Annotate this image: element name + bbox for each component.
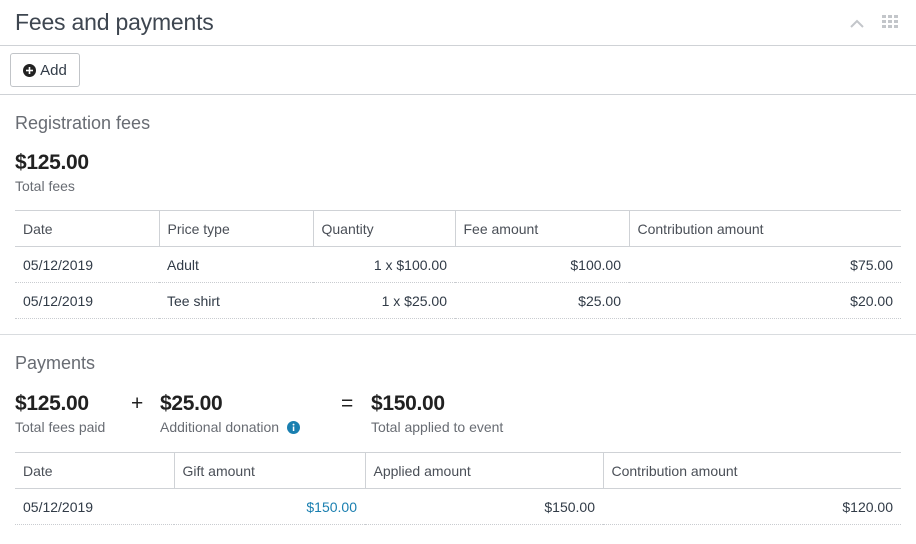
cell-quantity: 1 x $25.00 xyxy=(313,282,455,319)
payments-title: Payments xyxy=(15,353,96,373)
cell-date: 05/12/2019 xyxy=(15,246,159,283)
cell-fee-amount: $25.00 xyxy=(455,282,629,319)
total-fees-paid-label: Total fees paid xyxy=(15,419,106,435)
column-header-date[interactable]: Date xyxy=(15,210,159,247)
column-header-date[interactable]: Date xyxy=(15,452,174,489)
plus-operator: + xyxy=(131,392,143,415)
column-header-price-type[interactable]: Price type xyxy=(158,210,313,247)
table-header-row: Date Price type Quantity Fee amount Cont… xyxy=(15,210,901,247)
column-header-applied-amount[interactable]: Applied amount xyxy=(364,452,603,489)
additional-donation-label: Additional donation xyxy=(160,419,280,435)
chevron-up-icon[interactable] xyxy=(850,16,864,34)
add-button-label: Add xyxy=(40,61,67,79)
table-row: 05/12/2019 $150.00 $150.00 $120.00 xyxy=(15,488,901,525)
registration-fees-title: Registration fees xyxy=(15,113,151,133)
cell-contribution-amount: $120.00 xyxy=(603,488,901,525)
cell-price-type: Tee shirt xyxy=(159,282,313,319)
registration-fees-table: Date Price type Quantity Fee amount Cont… xyxy=(15,210,901,319)
total-fees-paid-amount: $125.00 xyxy=(15,392,89,415)
total-applied-amount: $150.00 xyxy=(371,392,445,415)
table-row: 05/12/2019 Tee shirt 1 x $25.00 $25.00 $… xyxy=(15,282,901,319)
column-header-contribution-amount[interactable]: Contribution amount xyxy=(628,210,901,247)
panel-header: Fees and payments xyxy=(0,0,916,46)
additional-donation-amount: $25.00 xyxy=(160,392,223,415)
column-header-contribution-amount[interactable]: Contribution amount xyxy=(602,452,901,489)
column-header-gift-amount[interactable]: Gift amount xyxy=(173,452,365,489)
column-header-quantity[interactable]: Quantity xyxy=(312,210,455,247)
table-header-row: Date Gift amount Applied amount Contribu… xyxy=(15,452,901,489)
cell-date: 05/12/2019 xyxy=(15,282,159,319)
info-icon[interactable] xyxy=(287,420,301,434)
section-divider xyxy=(0,334,916,335)
cell-applied-amount: $150.00 xyxy=(365,488,603,525)
cell-quantity: 1 x $100.00 xyxy=(313,246,455,283)
grid-menu-icon[interactable] xyxy=(882,15,898,34)
total-fees-amount: $125.00 xyxy=(15,151,89,174)
toolbar: Add xyxy=(0,46,916,95)
payments-table: Date Gift amount Applied amount Contribu… xyxy=(15,452,901,525)
cell-fee-amount: $100.00 xyxy=(455,246,629,283)
table-row: 05/12/2019 Adult 1 x $100.00 $100.00 $75… xyxy=(15,246,901,283)
plus-circle-icon xyxy=(23,63,37,77)
cell-contribution-amount: $75.00 xyxy=(629,246,901,283)
column-header-fee-amount[interactable]: Fee amount xyxy=(454,210,629,247)
cell-contribution-amount: $20.00 xyxy=(629,282,901,319)
panel-title: Fees and payments xyxy=(15,9,214,35)
equals-operator: = xyxy=(341,392,353,415)
add-button[interactable]: Add xyxy=(10,53,80,87)
gift-amount-link[interactable]: $150.00 xyxy=(306,499,357,515)
cell-price-type: Adult xyxy=(159,246,313,283)
total-applied-label: Total applied to event xyxy=(371,419,504,435)
cell-date: 05/12/2019 xyxy=(15,488,174,525)
total-fees-label: Total fees xyxy=(15,178,75,194)
